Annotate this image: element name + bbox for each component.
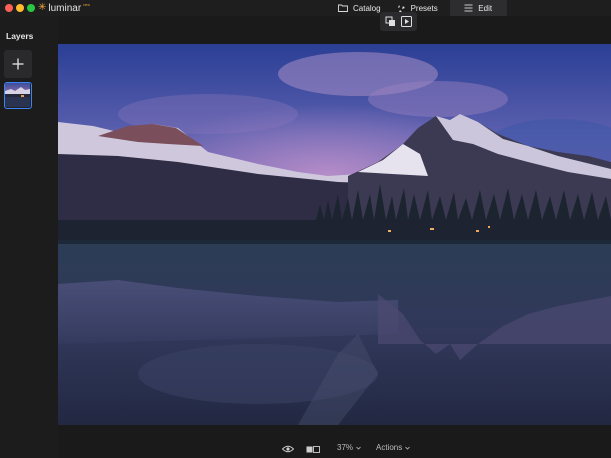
- bottom-toolbar: 37% Actions: [58, 440, 611, 458]
- landscape-photo: [58, 44, 611, 425]
- main-nav: Catalog Presets Edit: [330, 0, 507, 16]
- export-button[interactable]: [400, 15, 414, 29]
- chevron-down-icon: [405, 446, 411, 450]
- luminar-sun-icon: ✳: [38, 2, 47, 13]
- crop-layer-button[interactable]: [383, 15, 397, 29]
- app-name: luminar: [48, 2, 82, 14]
- plus-icon: [12, 58, 24, 70]
- layer-thumbnail-image: [5, 83, 30, 107]
- chevron-down-icon: [356, 446, 361, 450]
- title-bar: ✳ luminar neo Catalog Presets Edit: [0, 0, 611, 16]
- photo-canvas[interactable]: [58, 44, 611, 425]
- app-edition: neo: [83, 1, 90, 7]
- edit-sliders-icon: [464, 4, 473, 12]
- actions-label: Actions: [376, 443, 403, 452]
- layers-sidebar: Layers: [0, 16, 58, 458]
- window-maximize-button[interactable]: [27, 4, 35, 12]
- tab-catalog-label: Catalog: [353, 3, 381, 13]
- actions-dropdown[interactable]: Actions: [376, 443, 411, 452]
- crop-layer-icon: [385, 16, 395, 26]
- layers-title: Layers: [6, 31, 34, 41]
- export-play-icon: [401, 16, 413, 27]
- eye-icon[interactable]: [282, 445, 294, 453]
- window-close-button[interactable]: [5, 4, 13, 12]
- compare-icon[interactable]: [306, 446, 320, 453]
- folder-icon: [338, 4, 348, 12]
- tab-edit-label: Edit: [478, 3, 493, 13]
- add-layer-button[interactable]: [4, 50, 32, 78]
- tab-edit[interactable]: Edit: [449, 0, 507, 16]
- app-logo: ✳ luminar neo: [38, 2, 90, 14]
- edit-toolbar: [380, 12, 417, 31]
- window-minimize-button[interactable]: [16, 4, 24, 12]
- layer-thumbnail[interactable]: [4, 82, 32, 109]
- zoom-value: 37%: [337, 443, 354, 452]
- zoom-dropdown[interactable]: 37%: [337, 443, 361, 452]
